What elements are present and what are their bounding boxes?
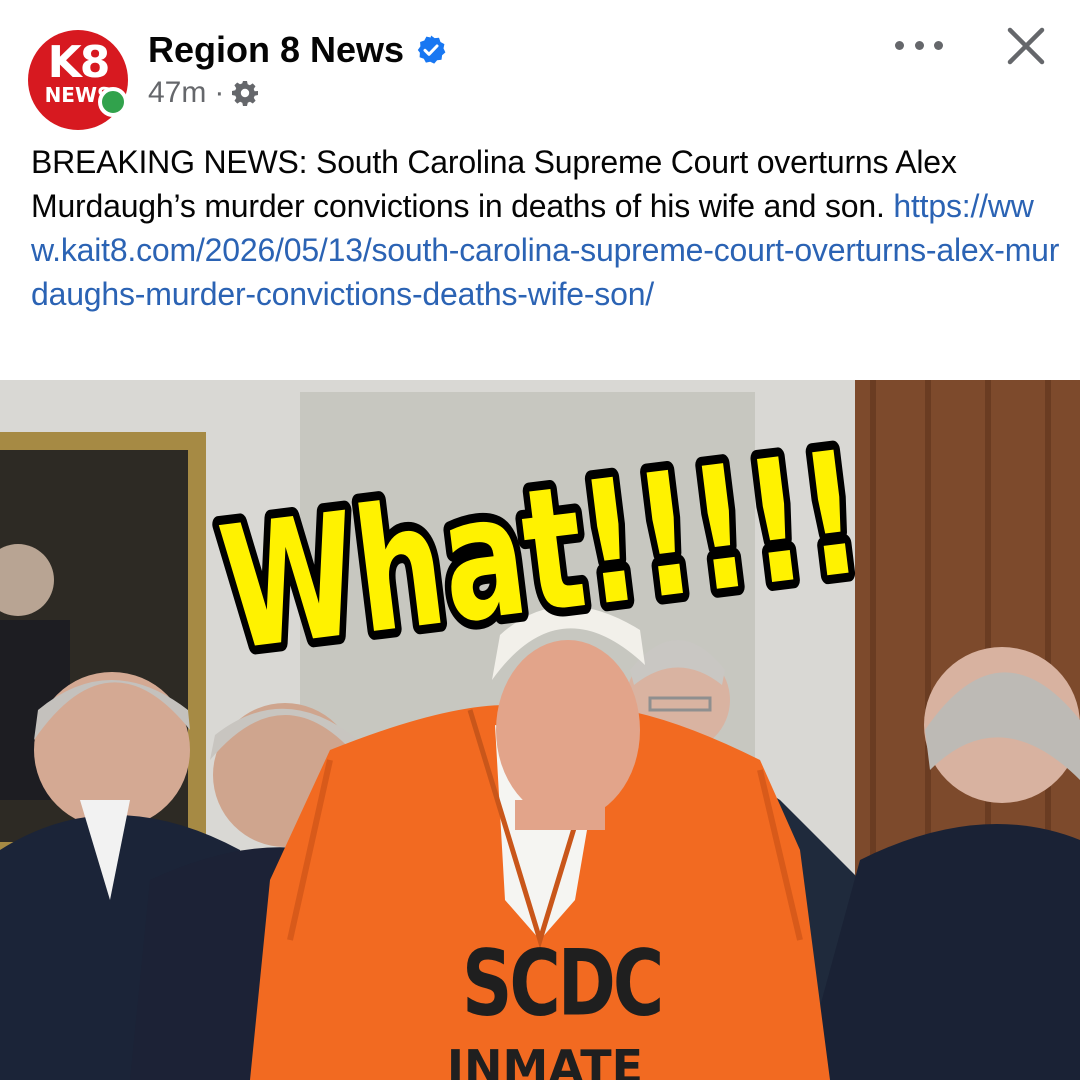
jumpsuit-label: SCDC bbox=[462, 930, 664, 1037]
post-timestamp[interactable]: 47m bbox=[148, 76, 206, 110]
close-icon[interactable] bbox=[1004, 24, 1048, 68]
post-meta: 47m · bbox=[148, 76, 259, 110]
page-name[interactable]: Region 8 News bbox=[148, 30, 404, 70]
post-body-text: BREAKING NEWS: South Carolina Supreme Co… bbox=[31, 144, 957, 224]
gear-icon bbox=[232, 81, 259, 106]
jumpsuit-label-lower: INMATE bbox=[446, 1040, 644, 1080]
post-header: K8 NEWS Region 8 News 47m · bbox=[0, 0, 1080, 130]
verified-badge-icon bbox=[417, 35, 446, 64]
avatar-logo-text: K8 bbox=[47, 37, 111, 88]
post-body: BREAKING NEWS: South Carolina Supreme Co… bbox=[31, 140, 1061, 316]
online-status-indicator bbox=[98, 87, 128, 117]
meta-separator: · bbox=[214, 76, 225, 109]
more-options-icon[interactable] bbox=[895, 30, 943, 60]
